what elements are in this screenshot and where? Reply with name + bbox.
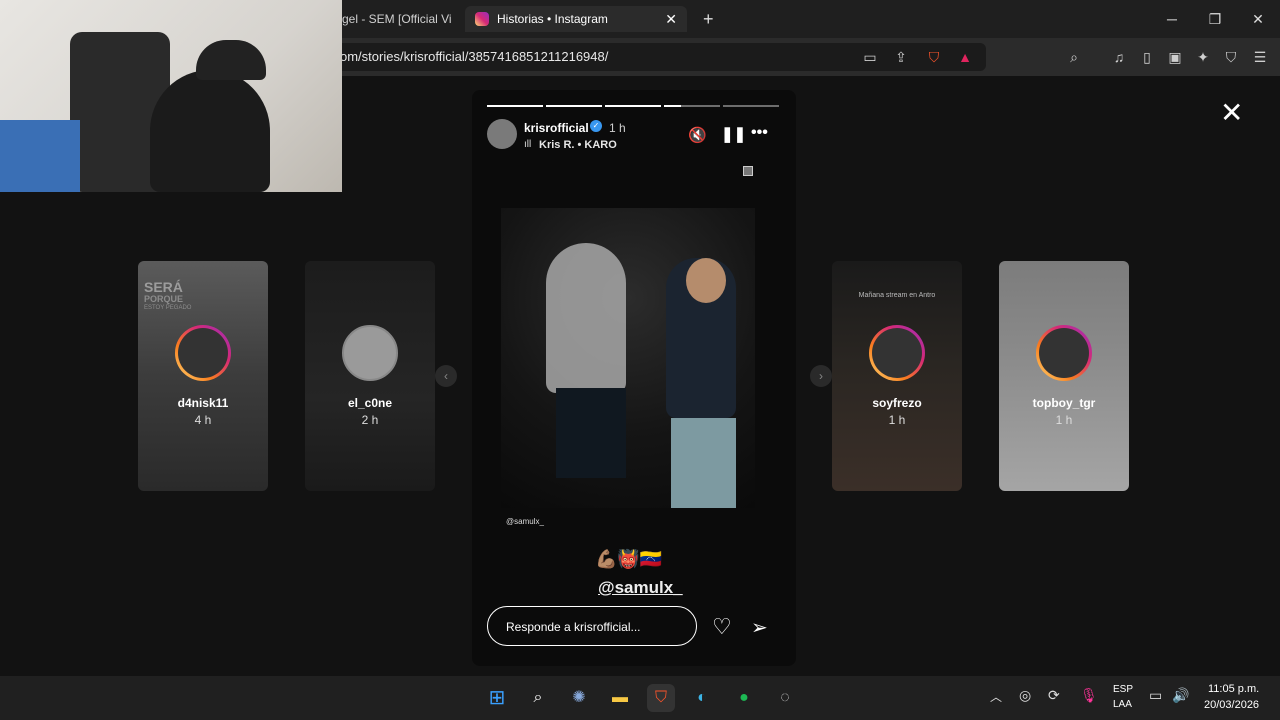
send-icon[interactable]: ➢ — [751, 615, 768, 640]
app-icon[interactable]: ◌ — [771, 684, 799, 712]
brave-browser-icon[interactable]: ⛉ — [647, 684, 675, 712]
like-heart-icon[interactable]: ♡ — [712, 614, 732, 640]
preview-overlay-subtext: PORQUE — [144, 294, 184, 304]
preview-username: topboy_tgr — [1032, 396, 1096, 410]
clock-time[interactable]: 11:05 p.m. — [1208, 683, 1259, 695]
brave-rewards-icon[interactable]: ▲ — [955, 47, 975, 67]
menu-icon[interactable]: ☰ — [1250, 47, 1270, 67]
close-viewer-icon[interactable]: ✕ — [1220, 96, 1243, 129]
preview-time: 4 h — [194, 413, 212, 427]
story-music[interactable]: Kris R. • KARO — [539, 139, 617, 151]
preview-time: 1 h — [888, 413, 906, 427]
webcam-overlay — [0, 0, 342, 192]
more-options-icon[interactable]: ••• — [751, 124, 768, 142]
previous-story-button[interactable]: ‹ — [435, 365, 457, 387]
spotify-icon[interactable]: ● — [730, 684, 758, 712]
close-icon[interactable]: ✕ — [1246, 8, 1270, 30]
clock-date[interactable]: 20/03/2026 — [1204, 699, 1259, 711]
brave-shield-icon[interactable]: ⛉ — [924, 47, 944, 67]
avatar — [869, 325, 925, 381]
preview-overlay-subtext2: ESTOY PEGADO — [144, 305, 192, 311]
verified-badge-icon: ✓ — [590, 120, 602, 132]
story-emojis: 💪🏽👹🇻🇪 — [595, 549, 663, 569]
story-mention-small[interactable]: @samulx_ — [506, 517, 544, 526]
story-progress-segment — [723, 105, 779, 107]
new-tab-button[interactable]: + — [703, 9, 714, 30]
tab-label: gel - SEM [Official Vid — [342, 12, 452, 26]
music-bars-icon: ıll — [524, 139, 532, 150]
microphone-icon[interactable]: 🎙 — [1080, 687, 1098, 704]
person-shape — [150, 70, 270, 192]
ai-icon[interactable]: ✦ — [1193, 47, 1213, 67]
sidebar-icon[interactable]: ▯ — [1137, 47, 1157, 67]
story-author-avatar[interactable] — [487, 119, 517, 149]
volume-icon[interactable]: 🔊 — [1172, 687, 1189, 704]
language-indicator[interactable]: ESP — [1113, 684, 1133, 695]
tab-label: Historias • Instagram — [497, 12, 608, 26]
preview-username: d4nisk11 — [177, 396, 229, 410]
instagram-icon — [475, 12, 489, 26]
mute-icon[interactable]: 🔇 — [688, 126, 707, 144]
blue-object — [0, 120, 80, 192]
preview-username: soyfrezo — [872, 396, 922, 410]
share-icon[interactable]: ⇪ — [891, 47, 911, 67]
story-preview-d4nisk11[interactable]: SERÁ PORQUE ESTOY PEGADO d4nisk11 4 h — [138, 261, 268, 491]
network-icon[interactable]: ▭ — [1149, 687, 1162, 704]
story-username[interactable]: krisrofficial — [524, 121, 589, 135]
copy-icon — [743, 166, 753, 176]
story-mention-sticker[interactable]: @samulx_ — [598, 578, 683, 598]
restore-icon[interactable]: ❐ — [1203, 8, 1227, 30]
preview-overlay-text: Mañana stream en Antro — [858, 292, 936, 299]
music-icon[interactable]: ♫ — [1109, 47, 1129, 67]
tab-instagram[interactable]: Historias • Instagram ✕ — [465, 6, 687, 32]
avatar — [1036, 325, 1092, 381]
reply-placeholder: Responde a krisrofficial... — [506, 620, 641, 634]
cap-shape — [196, 40, 266, 80]
avatar — [175, 325, 231, 381]
tab-background[interactable]: gel - SEM [Official Vid — [342, 6, 452, 32]
copilot-icon[interactable]: ✺ — [565, 684, 593, 712]
preview-time: 2 h — [361, 413, 379, 427]
preview-overlay-text: SERÁ — [144, 279, 183, 295]
story-progress-segment — [487, 105, 543, 107]
story-progress-segment — [605, 105, 661, 107]
preview-time: 1 h — [1055, 413, 1073, 427]
vpn-icon[interactable]: ⛉ — [1221, 47, 1241, 67]
preview-username: el_c0ne — [347, 396, 393, 410]
avatar — [342, 325, 398, 381]
pause-icon[interactable]: ❚❚ — [721, 125, 746, 143]
language-layout[interactable]: LAA — [1113, 699, 1132, 710]
tray-sync-icon[interactable]: ⟳ — [1048, 687, 1060, 704]
file-explorer-icon[interactable]: ▬ — [606, 684, 634, 712]
cast-icon[interactable]: ▭ — [860, 47, 880, 67]
story-progress-segment — [664, 105, 720, 107]
story-photo — [501, 208, 755, 508]
wallet-icon[interactable]: ▣ — [1165, 47, 1185, 67]
story-preview-topboy_tgr[interactable]: topboy_tgr 1 h — [999, 261, 1129, 491]
story-progress-segment — [546, 105, 602, 107]
story-preview-el_c0ne[interactable]: el_c0ne 2 h — [305, 261, 435, 491]
next-story-button[interactable]: › — [810, 365, 832, 387]
tab-close-icon[interactable]: ✕ — [665, 11, 677, 28]
tray-app-icon[interactable]: ◎ — [1019, 687, 1031, 704]
story-time: 1 h — [609, 121, 626, 135]
windows-start-icon[interactable]: ⊞ — [483, 684, 511, 712]
url-text[interactable]: om/stories/krisrofficial/385741685121121… — [340, 49, 608, 64]
search-tab-icon[interactable]: ⌕ — [1064, 47, 1084, 67]
story-preview-soyfrezo[interactable]: Mañana stream en Antro soyfrezo 1 h — [832, 261, 962, 491]
edge-icon[interactable]: ◐ — [688, 684, 716, 712]
minimize-icon[interactable]: ─ — [1160, 8, 1184, 30]
tray-chevron-icon[interactable]: ︿ — [990, 688, 1002, 705]
search-icon[interactable]: ⌕ — [524, 684, 552, 712]
